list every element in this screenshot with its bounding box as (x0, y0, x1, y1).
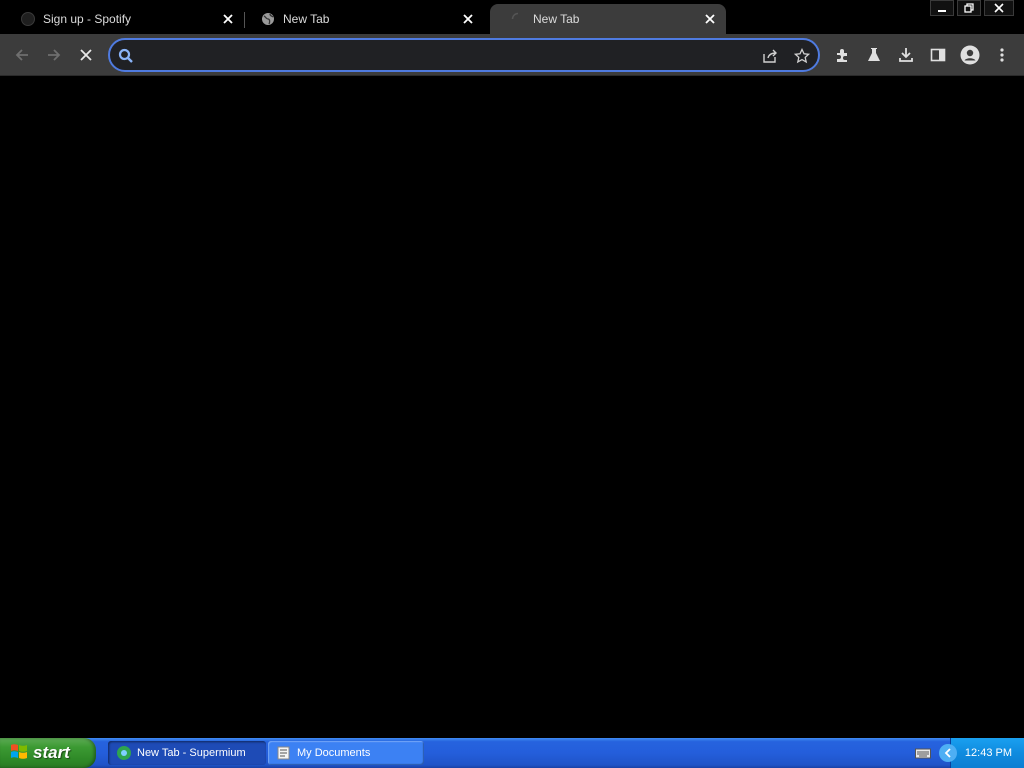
profile-avatar-icon[interactable] (959, 44, 981, 66)
window-controls (927, 0, 1014, 18)
close-window-icon[interactable] (984, 0, 1014, 16)
tab-sign-up-spotify[interactable]: Sign up - Spotify (0, 4, 244, 34)
page-content (0, 76, 1024, 738)
tab-title: Sign up - Spotify (43, 12, 132, 26)
download-icon[interactable] (895, 44, 917, 66)
forward-button[interactable] (42, 43, 66, 67)
taskbar-button-my-documents[interactable]: My Documents (268, 741, 424, 765)
close-tab-icon[interactable] (218, 9, 238, 29)
folder-icon (276, 745, 292, 761)
supermium-icon (116, 745, 132, 761)
tab-new-tab-active[interactable]: New Tab (490, 4, 726, 34)
tray-collapse-chevron-icon[interactable] (939, 744, 957, 762)
tab-new-tab[interactable]: New Tab (240, 4, 484, 34)
clock: 12:43 PM (964, 747, 1012, 759)
back-arrow-icon (15, 49, 28, 61)
tab-strip: Sign up - Spotify New Tab New Tab (0, 0, 1024, 34)
restore-icon[interactable] (957, 0, 981, 16)
menu-kebab-icon[interactable] (991, 44, 1013, 66)
stop-loading-button[interactable] (74, 43, 98, 67)
forward-arrow-icon (48, 49, 61, 61)
omnibox-input[interactable] (144, 46, 748, 66)
taskbar-button-supermium[interactable]: New Tab - Supermium (108, 741, 266, 765)
bookmark-star-icon[interactable] (793, 47, 811, 65)
side-panel-icon[interactable] (927, 44, 949, 66)
tab-title: New Tab (533, 12, 580, 26)
tab-title: New Tab (283, 12, 330, 26)
taskbar-button-label: New Tab - Supermium (137, 747, 246, 759)
minimize-icon[interactable] (930, 0, 954, 16)
start-label: start (33, 743, 70, 762)
extensions-icon[interactable] (831, 44, 853, 66)
keyboard-icon[interactable] (915, 745, 931, 761)
browser-toolbar (0, 34, 1024, 76)
close-tab-icon[interactable] (458, 9, 478, 29)
system-tray: 12:43 PM (915, 738, 1024, 768)
windows-logo-icon (10, 742, 28, 765)
start-button[interactable]: start (0, 738, 96, 768)
globe-icon (260, 11, 276, 27)
taskbar: start New Tab - Supermium My Documents 1… (0, 738, 1024, 768)
taskbar-button-label: My Documents (297, 747, 371, 759)
share-icon[interactable] (761, 47, 779, 65)
stop-icon (80, 49, 92, 61)
close-tab-icon[interactable] (700, 9, 720, 29)
search-icon (117, 47, 135, 65)
labs-flask-icon[interactable] (863, 44, 885, 66)
loading-spinner-icon (510, 11, 526, 27)
spotify-icon (20, 11, 36, 27)
back-button[interactable] (10, 43, 34, 67)
address-bar[interactable] (108, 38, 820, 72)
